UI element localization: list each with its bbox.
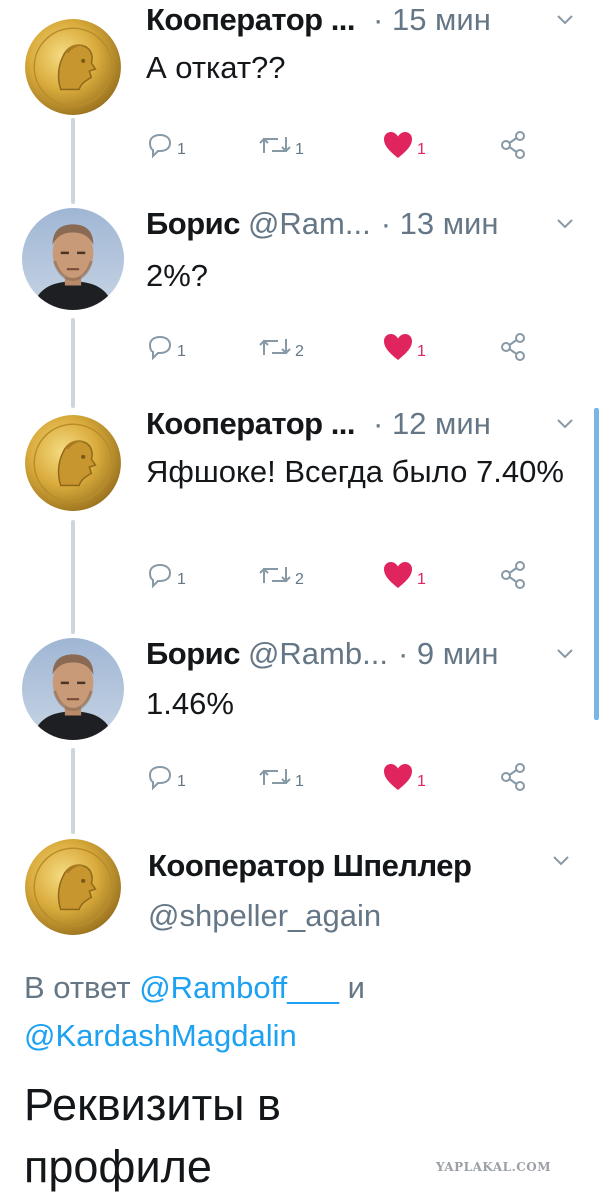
like-count: 1 (417, 571, 426, 588)
reply-button[interactable]: 1 (146, 130, 186, 164)
retweet-button[interactable]: 1 (258, 130, 304, 164)
retweet-button[interactable]: 2 (258, 332, 304, 366)
main-author-handle[interactable]: @shpeller_again (148, 898, 381, 934)
reply-to-conjunction: и (347, 970, 365, 1005)
retweet-icon (258, 763, 292, 796)
tweet-time[interactable]: · 9 мин (398, 636, 499, 672)
retweet-icon (258, 131, 292, 164)
retweet-icon (258, 333, 292, 366)
reply-to-line: В ответ @Ramboff___ и @KardashMagdalin (24, 964, 584, 1060)
share-button[interactable] (498, 332, 528, 366)
reply-count: 1 (177, 343, 186, 360)
like-button[interactable]: 1 (382, 762, 426, 796)
reply-count: 1 (177, 773, 186, 790)
chevron-down-icon[interactable] (554, 643, 576, 665)
chevron-down-icon[interactable] (554, 213, 576, 235)
reply-count: 1 (177, 141, 186, 158)
mention-link[interactable]: @KardashMagdalin (24, 1018, 297, 1053)
like-button[interactable]: 1 (382, 560, 426, 594)
retweet-count: 2 (295, 571, 304, 588)
author-handle[interactable]: @Ramb... (248, 636, 388, 672)
author-handle[interactable]: @Ram... (248, 206, 371, 242)
tweet-actions: 1 1 1 (146, 762, 546, 796)
like-count: 1 (417, 773, 426, 790)
share-button[interactable] (498, 560, 528, 594)
tweet-text: Яфшоке! Всегда было 7.40% (146, 454, 564, 489)
retweet-button[interactable]: 2 (258, 560, 304, 594)
like-button[interactable]: 1 (382, 332, 426, 366)
share-icon (498, 762, 528, 797)
share-icon (498, 560, 528, 595)
author-name[interactable]: Борис (146, 206, 240, 242)
author-name[interactable]: Кооператор ... (146, 406, 356, 442)
retweet-count: 2 (295, 343, 304, 360)
tweet-time[interactable]: · 12 мин (373, 406, 491, 442)
like-count: 1 (417, 141, 426, 158)
tweet-actions: 1 1 1 (146, 130, 546, 164)
main-tweet-text: Реквизиты в профиле (24, 1079, 281, 1192)
reply-button[interactable]: 1 (146, 332, 186, 366)
author-name[interactable]: Борис (146, 636, 240, 672)
thread-line (71, 118, 75, 204)
reply-button[interactable]: 1 (146, 762, 186, 796)
retweet-count: 1 (295, 773, 304, 790)
watermark: YAPLAKAL.COM (436, 1160, 552, 1174)
tweet-actions: 1 2 1 (146, 332, 546, 366)
reply-icon (146, 561, 174, 594)
tweet-time[interactable]: · 15 мин (373, 2, 491, 38)
man-photo-avatar[interactable] (22, 638, 124, 740)
reply-icon (146, 763, 174, 796)
heart-icon (382, 332, 414, 367)
gold-coin-avatar[interactable] (22, 412, 124, 514)
share-icon (498, 130, 528, 165)
like-count: 1 (417, 343, 426, 360)
mention-link[interactable]: @Ramboff___ (139, 970, 339, 1005)
like-button[interactable]: 1 (382, 130, 426, 164)
retweet-button[interactable]: 1 (258, 762, 304, 796)
man-photo-avatar[interactable] (22, 208, 124, 310)
tweet-actions: 1 2 1 (146, 560, 546, 594)
share-button[interactable] (498, 130, 528, 164)
heart-icon (382, 762, 414, 797)
retweet-icon (258, 561, 292, 594)
chevron-down-icon[interactable] (554, 9, 576, 31)
thread-line (71, 748, 75, 834)
chevron-down-icon[interactable] (554, 413, 576, 435)
gold-coin-avatar[interactable] (22, 16, 124, 118)
tweet-time[interactable]: · 13 мин (381, 206, 499, 242)
main-author-name[interactable]: Кооператор Шпеллер (148, 848, 472, 884)
reply-icon (146, 333, 174, 366)
reply-count: 1 (177, 571, 186, 588)
reply-button[interactable]: 1 (146, 560, 186, 594)
chevron-down-icon[interactable] (552, 854, 574, 876)
author-name[interactable]: Кооператор ... (146, 2, 356, 38)
heart-icon (382, 560, 414, 595)
tweet-text: 1.46% (146, 686, 234, 721)
thread-line (71, 520, 75, 634)
retweet-count: 1 (295, 141, 304, 158)
thread-line (71, 318, 75, 408)
tweet-text: 2%? (146, 258, 209, 293)
heart-icon (382, 130, 414, 165)
reply-to-prefix: В ответ (24, 970, 131, 1005)
tweet-text: А откат?? (146, 50, 286, 85)
share-icon (498, 332, 528, 367)
share-button[interactable] (498, 762, 528, 796)
gold-coin-avatar[interactable] (22, 836, 124, 938)
scroll-indicator[interactable] (594, 408, 599, 720)
reply-icon (146, 131, 174, 164)
